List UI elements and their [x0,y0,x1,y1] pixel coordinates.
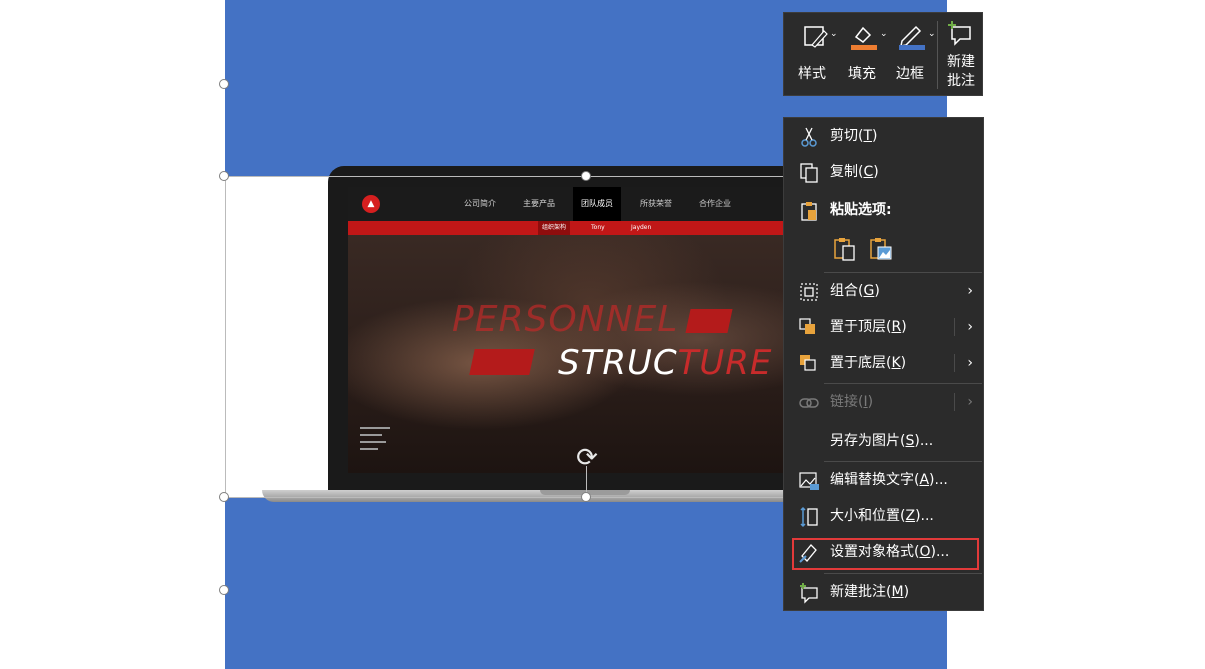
resize-handle[interactable] [219,585,229,595]
selection-border [225,176,785,177]
submenu-separator [954,354,955,372]
chevron-right-icon[interactable]: › [967,345,973,381]
menu-item-edit-alt-text[interactable]: 编辑替换文字(A)... [784,462,983,498]
menu-item-group[interactable]: 组合(G) › [784,273,983,309]
site-sub-nav: 组织架构 Tony Jayden [348,221,788,235]
menu-item-label: 剪切(T) [830,128,878,144]
resize-handle[interactable] [581,171,591,181]
menu-item-copy[interactable]: 复制(C) [784,154,983,190]
menu-item-label: 链接(I) [830,394,874,410]
new-comment-icon [800,583,818,604]
submenu-separator [954,318,955,336]
menu-item-label: 置于顶层(R) [830,319,907,335]
paste-picture-icon[interactable] [868,236,894,262]
fill-label: 填充 [848,66,876,82]
rotate-handle-icon[interactable]: ⟳ [572,443,602,473]
site-nav-bar: ▲ 公司简介 主要产品 团队成员 所获荣誉 合作企业 [348,187,788,221]
menu-item-size-position[interactable]: 大小和位置(Z)... [784,498,983,534]
new-comment-label: 新建 批注 [947,54,975,89]
menu-item-label: 复制(C) [830,164,879,180]
hero-title-line2: STRUCTURE [558,343,773,383]
chevron-right-icon: › [967,394,973,410]
chevron-right-icon: › [967,283,973,299]
border-label: 边框 [896,66,924,82]
resize-handle[interactable] [581,492,591,502]
menu-item-label: 组合(G) [830,283,880,299]
menu-item-label: 置于底层(K) [830,355,907,371]
chevron-down-icon: ⌄ [880,29,888,39]
menu-item-label: 新建批注(M) [830,584,910,600]
bring-to-front-icon [799,318,815,334]
resize-handle[interactable] [219,171,229,181]
menu-item-label: 另存为图片(S)... [830,433,934,449]
site-nav-item-active: 团队成员 [573,187,621,221]
context-menu: 剪切(T) 复制(C) 粘贴选项: 组合(G) › 置于顶层(R) › 置于底层… [783,117,984,611]
mini-toolbar: ⌄ 样式 ⌄ 填充 ⌄ 边框 新建 批注 [783,12,983,96]
scissors-icon [801,127,817,147]
paste-keep-source-icon[interactable] [832,236,858,262]
hero-title-line1: PERSONNEL [452,299,679,340]
menu-item-paste-options: 粘贴选项: [784,192,983,228]
selection-border [225,497,785,498]
border-pen-icon [899,25,925,50]
laptop-screen: ▲ 公司简介 主要产品 团队成员 所获荣誉 合作企业 组织架构 Tony Jay… [348,187,788,473]
rocket-icon: ▲ [362,195,380,213]
style-button[interactable]: ⌄ 样式 [788,13,838,97]
border-button[interactable]: ⌄ 边框 [888,13,938,97]
resize-handle[interactable] [219,79,229,89]
chevron-down-icon: ⌄ [830,29,838,39]
selection-border [225,176,226,498]
site-nav-item: 所获荣誉 [640,199,672,208]
highlight-box [792,538,979,570]
alt-text-icon [799,472,819,490]
site-sub-item: Jayden [631,224,652,231]
site-sub-item: Tony [591,224,605,231]
fill-button[interactable]: ⌄ 填充 [838,13,888,97]
menu-item-save-as-picture[interactable]: 另存为图片(S)... [784,423,983,459]
red-accent-shape [469,349,535,375]
side-decor-lines [360,427,390,455]
group-icon [800,283,818,301]
slide-canvas: ▲ 公司简介 主要产品 团队成员 所获荣誉 合作企业 组织架构 Tony Jay… [0,0,1205,669]
site-nav-item: 主要产品 [523,199,555,208]
menu-item-bring-to-front[interactable]: 置于顶层(R) › [784,309,983,345]
clipboard-icon [801,202,817,221]
red-accent-shape [685,309,733,333]
chevron-right-icon[interactable]: › [967,309,973,345]
style-label: 样式 [798,66,826,82]
send-to-back-icon [800,355,816,371]
shape-style-icon [804,26,828,48]
site-nav-item: 合作企业 [699,199,731,208]
menu-item-label: 编辑替换文字(A)... [830,472,948,488]
menu-item-label: 大小和位置(Z)... [830,508,934,524]
size-position-icon [800,506,818,528]
fill-bucket-icon [851,26,877,50]
resize-handle[interactable] [219,492,229,502]
menu-item-link: 链接(I) › [784,384,983,420]
menu-item-send-to-back[interactable]: 置于底层(K) › [784,345,983,381]
new-comment-icon [948,21,971,46]
link-icon [799,398,819,408]
menu-item-new-comment[interactable]: 新建批注(M) [784,574,983,610]
site-sub-item: 组织架构 [538,221,571,235]
menu-item-label: 粘贴选项: [830,202,892,218]
menu-item-cut[interactable]: 剪切(T) [784,118,983,154]
chevron-down-icon: ⌄ [928,29,936,39]
copy-icon [800,163,818,183]
site-nav-item: 公司简介 [464,199,496,208]
submenu-separator [954,393,955,411]
